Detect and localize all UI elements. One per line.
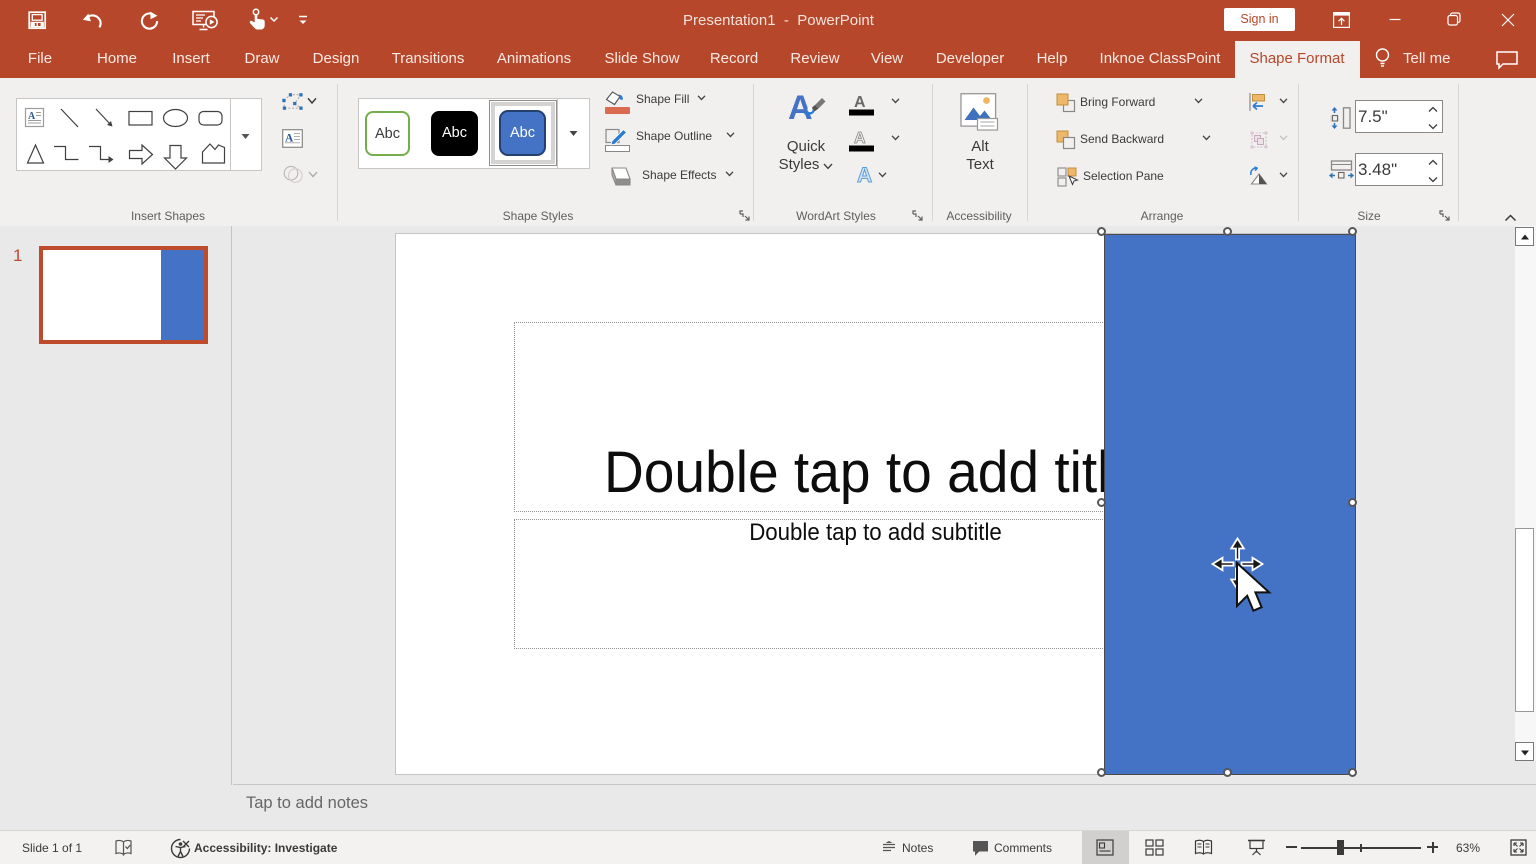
- svg-text:A: A: [854, 130, 866, 147]
- svg-text:A: A: [854, 94, 866, 111]
- svg-text:A: A: [857, 164, 872, 187]
